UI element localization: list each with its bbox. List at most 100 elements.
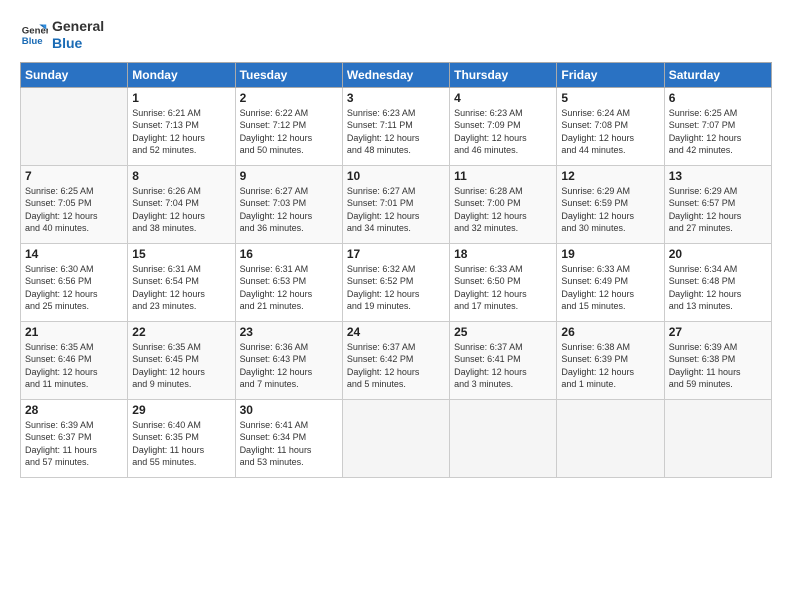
day-number: 4 <box>454 91 552 105</box>
calendar-cell: 29 Sunrise: 6:40 AM Sunset: 6:35 PM Dayli… <box>128 399 235 477</box>
logo-icon: General Blue <box>20 21 48 49</box>
weekday-header-wednesday: Wednesday <box>342 62 449 87</box>
calendar-cell: 12 Sunrise: 6:29 AM Sunset: 6:59 PM Dayli… <box>557 165 664 243</box>
calendar-week-row: 28 Sunrise: 6:39 AM Sunset: 6:37 PM Dayli… <box>21 399 772 477</box>
calendar-cell <box>342 399 449 477</box>
day-info: Sunrise: 6:32 AM Sunset: 6:52 PM Dayligh… <box>347 263 445 313</box>
calendar-cell: 14 Sunrise: 6:30 AM Sunset: 6:56 PM Dayli… <box>21 243 128 321</box>
calendar-week-row: 21 Sunrise: 6:35 AM Sunset: 6:46 PM Dayli… <box>21 321 772 399</box>
day-number: 11 <box>454 169 552 183</box>
svg-text:Blue: Blue <box>22 36 43 47</box>
calendar-week-row: 7Sunrise: 6:25 AM Sunset: 7:05 PM Daylig… <box>21 165 772 243</box>
calendar-cell: 23Sunrise: 6:36 AM Sunset: 6:43 PM Dayli… <box>235 321 342 399</box>
weekday-header-tuesday: Tuesday <box>235 62 342 87</box>
calendar-page: General Blue General Blue SundayMondayTu… <box>0 0 792 612</box>
day-info: Sunrise: 6:40 AM Sunset: 6:35 PM Dayligh… <box>132 419 230 469</box>
calendar-cell: 7Sunrise: 6:25 AM Sunset: 7:05 PM Daylig… <box>21 165 128 243</box>
calendar-cell: 26 Sunrise: 6:38 AM Sunset: 6:39 PM Dayli… <box>557 321 664 399</box>
day-number: 6 <box>669 91 767 105</box>
day-info: Sunrise: 6:35 AM Sunset: 6:46 PM Dayligh… <box>25 341 123 391</box>
day-number: 1 <box>132 91 230 105</box>
day-info: Sunrise: 6:31 AM Sunset: 6:54 PM Dayligh… <box>132 263 230 313</box>
day-number: 26 <box>561 325 659 339</box>
day-info: Sunrise: 6:26 AM Sunset: 7:04 PM Dayligh… <box>132 185 230 235</box>
day-number: 16 <box>240 247 338 261</box>
calendar-cell: 30 Sunrise: 6:41 AM Sunset: 6:34 PM Dayli… <box>235 399 342 477</box>
weekday-header-monday: Monday <box>128 62 235 87</box>
logo-text-blue: Blue <box>52 35 104 52</box>
day-info: Sunrise: 6:37 AM Sunset: 6:41 PM Dayligh… <box>454 341 552 391</box>
calendar-cell: 28 Sunrise: 6:39 AM Sunset: 6:37 PM Dayli… <box>21 399 128 477</box>
calendar-week-row: 14 Sunrise: 6:30 AM Sunset: 6:56 PM Dayli… <box>21 243 772 321</box>
weekday-header-thursday: Thursday <box>450 62 557 87</box>
calendar-cell: 19 Sunrise: 6:33 AM Sunset: 6:49 PM Dayli… <box>557 243 664 321</box>
day-number: 9 <box>240 169 338 183</box>
day-number: 19 <box>561 247 659 261</box>
day-info: Sunrise: 6:29 AM Sunset: 6:57 PM Dayligh… <box>669 185 767 235</box>
day-info: Sunrise: 6:31 AM Sunset: 6:53 PM Dayligh… <box>240 263 338 313</box>
calendar-cell: 13 Sunrise: 6:29 AM Sunset: 6:57 PM Dayli… <box>664 165 771 243</box>
calendar-cell: 9 Sunrise: 6:27 AM Sunset: 7:03 PM Daylig… <box>235 165 342 243</box>
weekday-header-sunday: Sunday <box>21 62 128 87</box>
calendar-cell: 24 Sunrise: 6:37 AM Sunset: 6:42 PM Dayli… <box>342 321 449 399</box>
calendar-cell: 18Sunrise: 6:33 AM Sunset: 6:50 PM Dayli… <box>450 243 557 321</box>
calendar-cell: 20 Sunrise: 6:34 AM Sunset: 6:48 PM Dayli… <box>664 243 771 321</box>
calendar-cell <box>664 399 771 477</box>
day-info: Sunrise: 6:27 AM Sunset: 7:01 PM Dayligh… <box>347 185 445 235</box>
calendar-cell: 25 Sunrise: 6:37 AM Sunset: 6:41 PM Dayli… <box>450 321 557 399</box>
day-number: 2 <box>240 91 338 105</box>
calendar-cell: 8 Sunrise: 6:26 AM Sunset: 7:04 PM Daylig… <box>128 165 235 243</box>
day-number: 12 <box>561 169 659 183</box>
day-info: Sunrise: 6:29 AM Sunset: 6:59 PM Dayligh… <box>561 185 659 235</box>
weekday-header-row: SundayMondayTuesdayWednesdayThursdayFrid… <box>21 62 772 87</box>
day-number: 5 <box>561 91 659 105</box>
calendar-cell: 17 Sunrise: 6:32 AM Sunset: 6:52 PM Dayli… <box>342 243 449 321</box>
calendar-week-row: 1 Sunrise: 6:21 AM Sunset: 7:13 PM Daylig… <box>21 87 772 165</box>
calendar-cell: 2Sunrise: 6:22 AM Sunset: 7:12 PM Daylig… <box>235 87 342 165</box>
calendar-cell: 27 Sunrise: 6:39 AM Sunset: 6:38 PM Dayli… <box>664 321 771 399</box>
calendar-cell <box>557 399 664 477</box>
day-number: 15 <box>132 247 230 261</box>
day-number: 13 <box>669 169 767 183</box>
calendar-table: SundayMondayTuesdayWednesdayThursdayFrid… <box>20 62 772 478</box>
day-number: 17 <box>347 247 445 261</box>
day-number: 24 <box>347 325 445 339</box>
day-number: 7 <box>25 169 123 183</box>
day-info: Sunrise: 6:39 AM Sunset: 6:37 PM Dayligh… <box>25 419 123 469</box>
weekday-header-saturday: Saturday <box>664 62 771 87</box>
day-number: 30 <box>240 403 338 417</box>
calendar-cell: 21 Sunrise: 6:35 AM Sunset: 6:46 PM Dayli… <box>21 321 128 399</box>
calendar-cell <box>21 87 128 165</box>
day-info: Sunrise: 6:28 AM Sunset: 7:00 PM Dayligh… <box>454 185 552 235</box>
day-info: Sunrise: 6:33 AM Sunset: 6:49 PM Dayligh… <box>561 263 659 313</box>
day-info: Sunrise: 6:38 AM Sunset: 6:39 PM Dayligh… <box>561 341 659 391</box>
day-number: 28 <box>25 403 123 417</box>
day-info: Sunrise: 6:39 AM Sunset: 6:38 PM Dayligh… <box>669 341 767 391</box>
day-info: Sunrise: 6:21 AM Sunset: 7:13 PM Dayligh… <box>132 107 230 157</box>
calendar-cell: 16 Sunrise: 6:31 AM Sunset: 6:53 PM Dayli… <box>235 243 342 321</box>
day-number: 3 <box>347 91 445 105</box>
day-info: Sunrise: 6:41 AM Sunset: 6:34 PM Dayligh… <box>240 419 338 469</box>
day-number: 27 <box>669 325 767 339</box>
day-number: 21 <box>25 325 123 339</box>
day-info: Sunrise: 6:30 AM Sunset: 6:56 PM Dayligh… <box>25 263 123 313</box>
day-info: Sunrise: 6:37 AM Sunset: 6:42 PM Dayligh… <box>347 341 445 391</box>
day-number: 25 <box>454 325 552 339</box>
calendar-cell: 22Sunrise: 6:35 AM Sunset: 6:45 PM Dayli… <box>128 321 235 399</box>
day-number: 18 <box>454 247 552 261</box>
day-number: 20 <box>669 247 767 261</box>
day-number: 23 <box>240 325 338 339</box>
day-number: 10 <box>347 169 445 183</box>
calendar-cell: 1 Sunrise: 6:21 AM Sunset: 7:13 PM Daylig… <box>128 87 235 165</box>
header: General Blue General Blue <box>20 18 772 52</box>
logo-text-general: General <box>52 18 104 35</box>
calendar-cell: 6Sunrise: 6:25 AM Sunset: 7:07 PM Daylig… <box>664 87 771 165</box>
day-info: Sunrise: 6:34 AM Sunset: 6:48 PM Dayligh… <box>669 263 767 313</box>
day-number: 29 <box>132 403 230 417</box>
calendar-cell: 10 Sunrise: 6:27 AM Sunset: 7:01 PM Dayli… <box>342 165 449 243</box>
day-number: 8 <box>132 169 230 183</box>
logo: General Blue General Blue <box>20 18 104 52</box>
weekday-header-friday: Friday <box>557 62 664 87</box>
day-number: 14 <box>25 247 123 261</box>
day-info: Sunrise: 6:27 AM Sunset: 7:03 PM Dayligh… <box>240 185 338 235</box>
